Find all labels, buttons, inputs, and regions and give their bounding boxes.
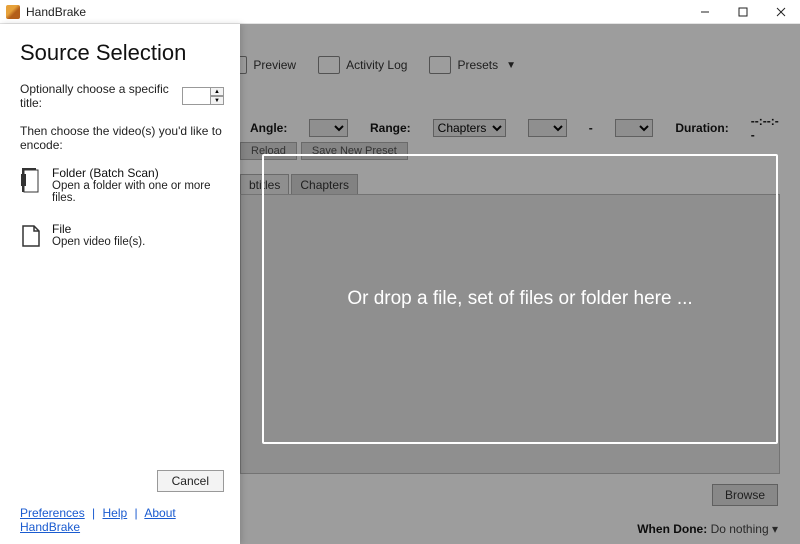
footer-links: Preferences | Help | About HandBrake <box>20 492 224 534</box>
link-separator: | <box>88 506 99 520</box>
source-folder-title: Folder (Batch Scan) <box>52 166 224 180</box>
maximize-button[interactable] <box>724 0 762 24</box>
drop-zone-text: Or drop a file, set of files or folder h… <box>347 288 692 310</box>
link-help[interactable]: Help <box>103 506 128 520</box>
file-icon <box>20 222 42 250</box>
window-controls <box>686 0 800 24</box>
minimize-button[interactable] <box>686 0 724 24</box>
title-spinner-up[interactable]: ▲ <box>210 87 224 96</box>
then-choose-label: Then choose the video(s) you'd like to e… <box>20 124 224 152</box>
link-preferences[interactable]: Preferences <box>20 506 85 520</box>
title-spinner-down[interactable]: ▼ <box>210 96 224 105</box>
title-bar: HandBrake <box>0 0 800 24</box>
folder-icon <box>20 166 42 194</box>
source-file-title: File <box>52 222 145 236</box>
close-button[interactable] <box>762 0 800 24</box>
app-icon <box>6 5 20 19</box>
panel-heading: Source Selection <box>20 40 224 66</box>
source-file-option[interactable]: File Open video file(s). <box>20 222 224 250</box>
cancel-button[interactable]: Cancel <box>157 470 224 492</box>
source-file-sub: Open video file(s). <box>52 236 145 248</box>
specific-title-label: Optionally choose a specific title: <box>20 82 174 110</box>
window-title: HandBrake <box>26 5 86 19</box>
title-spinner[interactable]: ▲ ▼ <box>182 87 224 105</box>
title-spinner-input[interactable] <box>182 87 210 105</box>
drop-zone[interactable]: Or drop a file, set of files or folder h… <box>262 154 778 444</box>
source-folder-sub: Open a folder with one or more files. <box>52 180 224 204</box>
source-folder-option[interactable]: Folder (Batch Scan) Open a folder with o… <box>20 166 224 204</box>
source-selection-panel: Source Selection Optionally choose a spe… <box>0 24 240 544</box>
link-separator: | <box>131 506 142 520</box>
